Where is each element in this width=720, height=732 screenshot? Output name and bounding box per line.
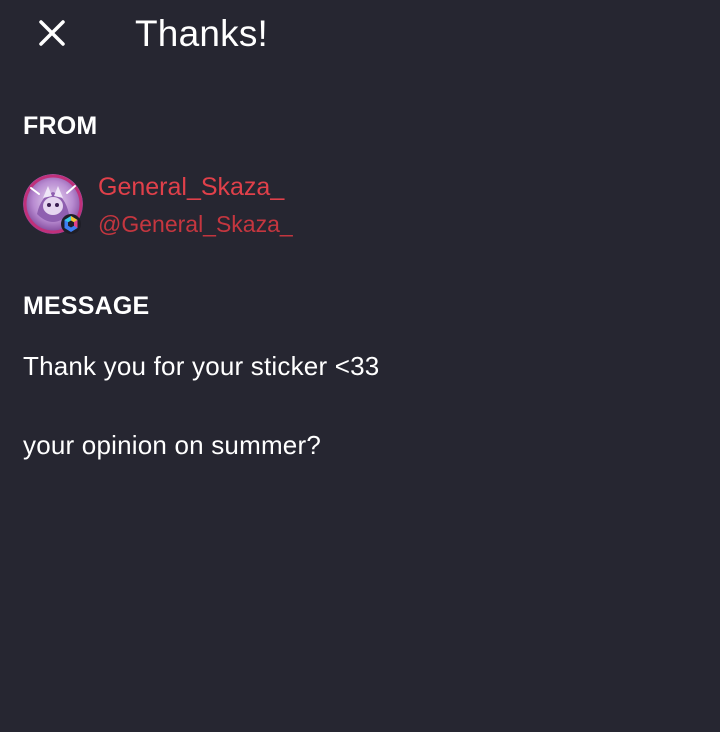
from-label: FROM [23,112,98,140]
sender-display-name[interactable]: General_Skaza_ [98,172,284,202]
hexagon-badge-icon [60,213,82,235]
message-line-1: Thank you for your sticker <33 [23,351,380,381]
close-icon [39,20,65,46]
sender-profile[interactable]: General_Skaza_ @General_Skaza_ [23,172,443,238]
message-line-2: your opinion on summer? [23,430,321,460]
close-button[interactable] [30,11,74,55]
message-label: MESSAGE [23,292,150,320]
page-title: Thanks! [135,13,269,54]
sender-handle[interactable]: @General_Skaza_ [98,210,293,238]
header-bar: Thanks! [0,0,720,70]
